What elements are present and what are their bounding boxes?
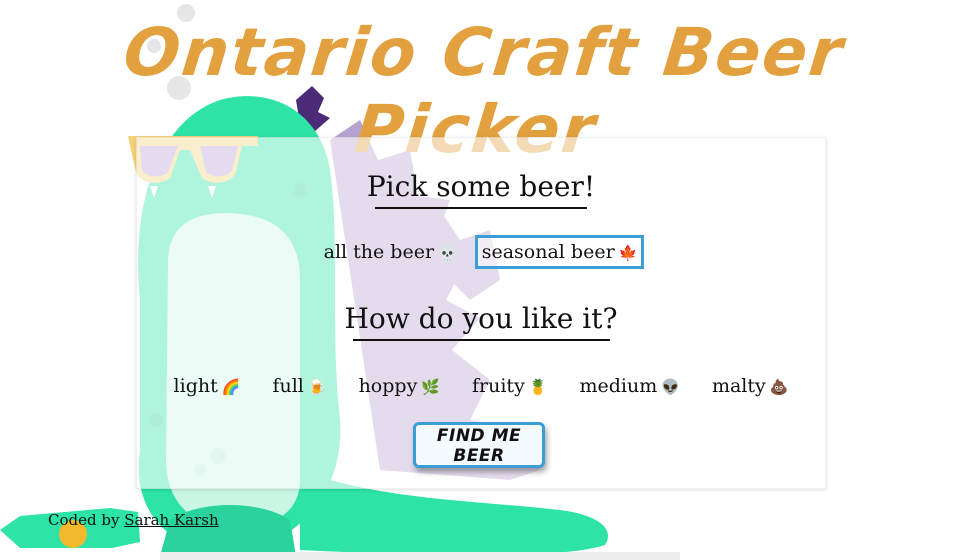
pick-beer-heading: Pick some beer! bbox=[366, 170, 596, 209]
how-like-it-heading: How do you like it? bbox=[344, 302, 618, 341]
option-label: seasonal beer bbox=[481, 241, 615, 263]
style-label: fruity bbox=[472, 375, 525, 397]
style-label: hoppy bbox=[358, 375, 418, 397]
scope-options: all the beer 💀 seasonal beer 🍁 bbox=[137, 235, 825, 269]
poop-icon: 💩 bbox=[769, 378, 789, 396]
herb-icon: 🌿 bbox=[421, 378, 440, 396]
option-all-the-beer[interactable]: all the beer 💀 bbox=[318, 237, 463, 267]
beer-mug-icon: 🍺 bbox=[307, 378, 327, 396]
beer-picker-card: Pick some beer! all the beer 💀 seasonal b… bbox=[136, 137, 826, 489]
style-label: full bbox=[272, 375, 304, 397]
option-seasonal-beer[interactable]: seasonal beer 🍁 bbox=[474, 235, 645, 269]
pineapple-icon: 🍍 bbox=[528, 378, 548, 396]
style-label: malty bbox=[711, 375, 766, 397]
maple-leaf-icon: 🍁 bbox=[618, 244, 638, 262]
option-label: all the beer bbox=[323, 241, 435, 263]
footer-credit: Coded by Sarah Karsh bbox=[48, 511, 219, 529]
author-link[interactable]: Sarah Karsh bbox=[124, 511, 218, 529]
footer-prefix: Coded by bbox=[48, 511, 120, 529]
alien-icon: 👽 bbox=[661, 378, 680, 396]
find-me-beer-button[interactable]: FIND ME BEER bbox=[413, 422, 545, 468]
style-option-light[interactable]: light 🌈 bbox=[168, 371, 247, 401]
style-options: light 🌈 full 🍺 hoppy 🌿 fruity 🍍 medium 👽 malt… bbox=[137, 371, 825, 401]
style-label: light bbox=[173, 375, 218, 397]
style-option-fruity[interactable]: fruity 🍍 bbox=[466, 371, 554, 401]
style-label: medium bbox=[579, 375, 658, 397]
rainbow-icon: 🌈 bbox=[221, 378, 241, 396]
style-option-full[interactable]: full 🍺 bbox=[266, 371, 332, 401]
skull-icon: 💀 bbox=[438, 244, 457, 262]
style-option-hoppy[interactable]: hoppy 🌿 bbox=[353, 371, 446, 401]
style-option-malty[interactable]: malty 💩 bbox=[706, 371, 794, 401]
style-option-medium[interactable]: medium 👽 bbox=[574, 371, 686, 401]
